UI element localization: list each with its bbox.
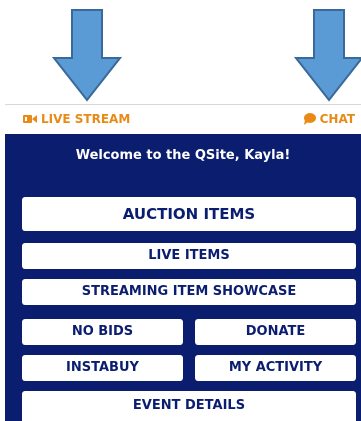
- auction-items-button[interactable]: AUCTION ITEMS: [22, 197, 356, 231]
- welcome-message: Welcome to the QSite, Kayla!: [75, 148, 291, 163]
- donate-button[interactable]: DONATE: [195, 319, 356, 345]
- down-arrow-icon: [52, 9, 122, 102]
- instabuy-button[interactable]: INSTABUY: [22, 355, 183, 381]
- chat-link[interactable]: CHAT: [303, 112, 355, 126]
- video-camera-icon: [23, 115, 37, 123]
- no-bids-button[interactable]: NO BIDS: [22, 319, 183, 345]
- down-arrow-icon: [294, 9, 361, 102]
- live-stream-label: LIVE STREAM: [41, 112, 131, 126]
- live-items-button[interactable]: LIVE ITEMS: [22, 243, 356, 269]
- my-activity-button[interactable]: MY ACTIVITY: [195, 355, 356, 381]
- main-panel: Welcome to the QSite, Kayla! AUCTION ITE…: [5, 134, 361, 421]
- chat-bubble-icon: [303, 113, 316, 125]
- live-stream-link[interactable]: LIVE STREAM: [23, 112, 130, 126]
- chat-label: CHAT: [319, 112, 355, 126]
- event-details-button[interactable]: EVENT DETAILS: [22, 391, 356, 421]
- streaming-item-showcase-button[interactable]: STREAMING ITEM SHOWCASE: [22, 279, 356, 305]
- top-bar: LIVE STREAM CHAT: [5, 104, 361, 133]
